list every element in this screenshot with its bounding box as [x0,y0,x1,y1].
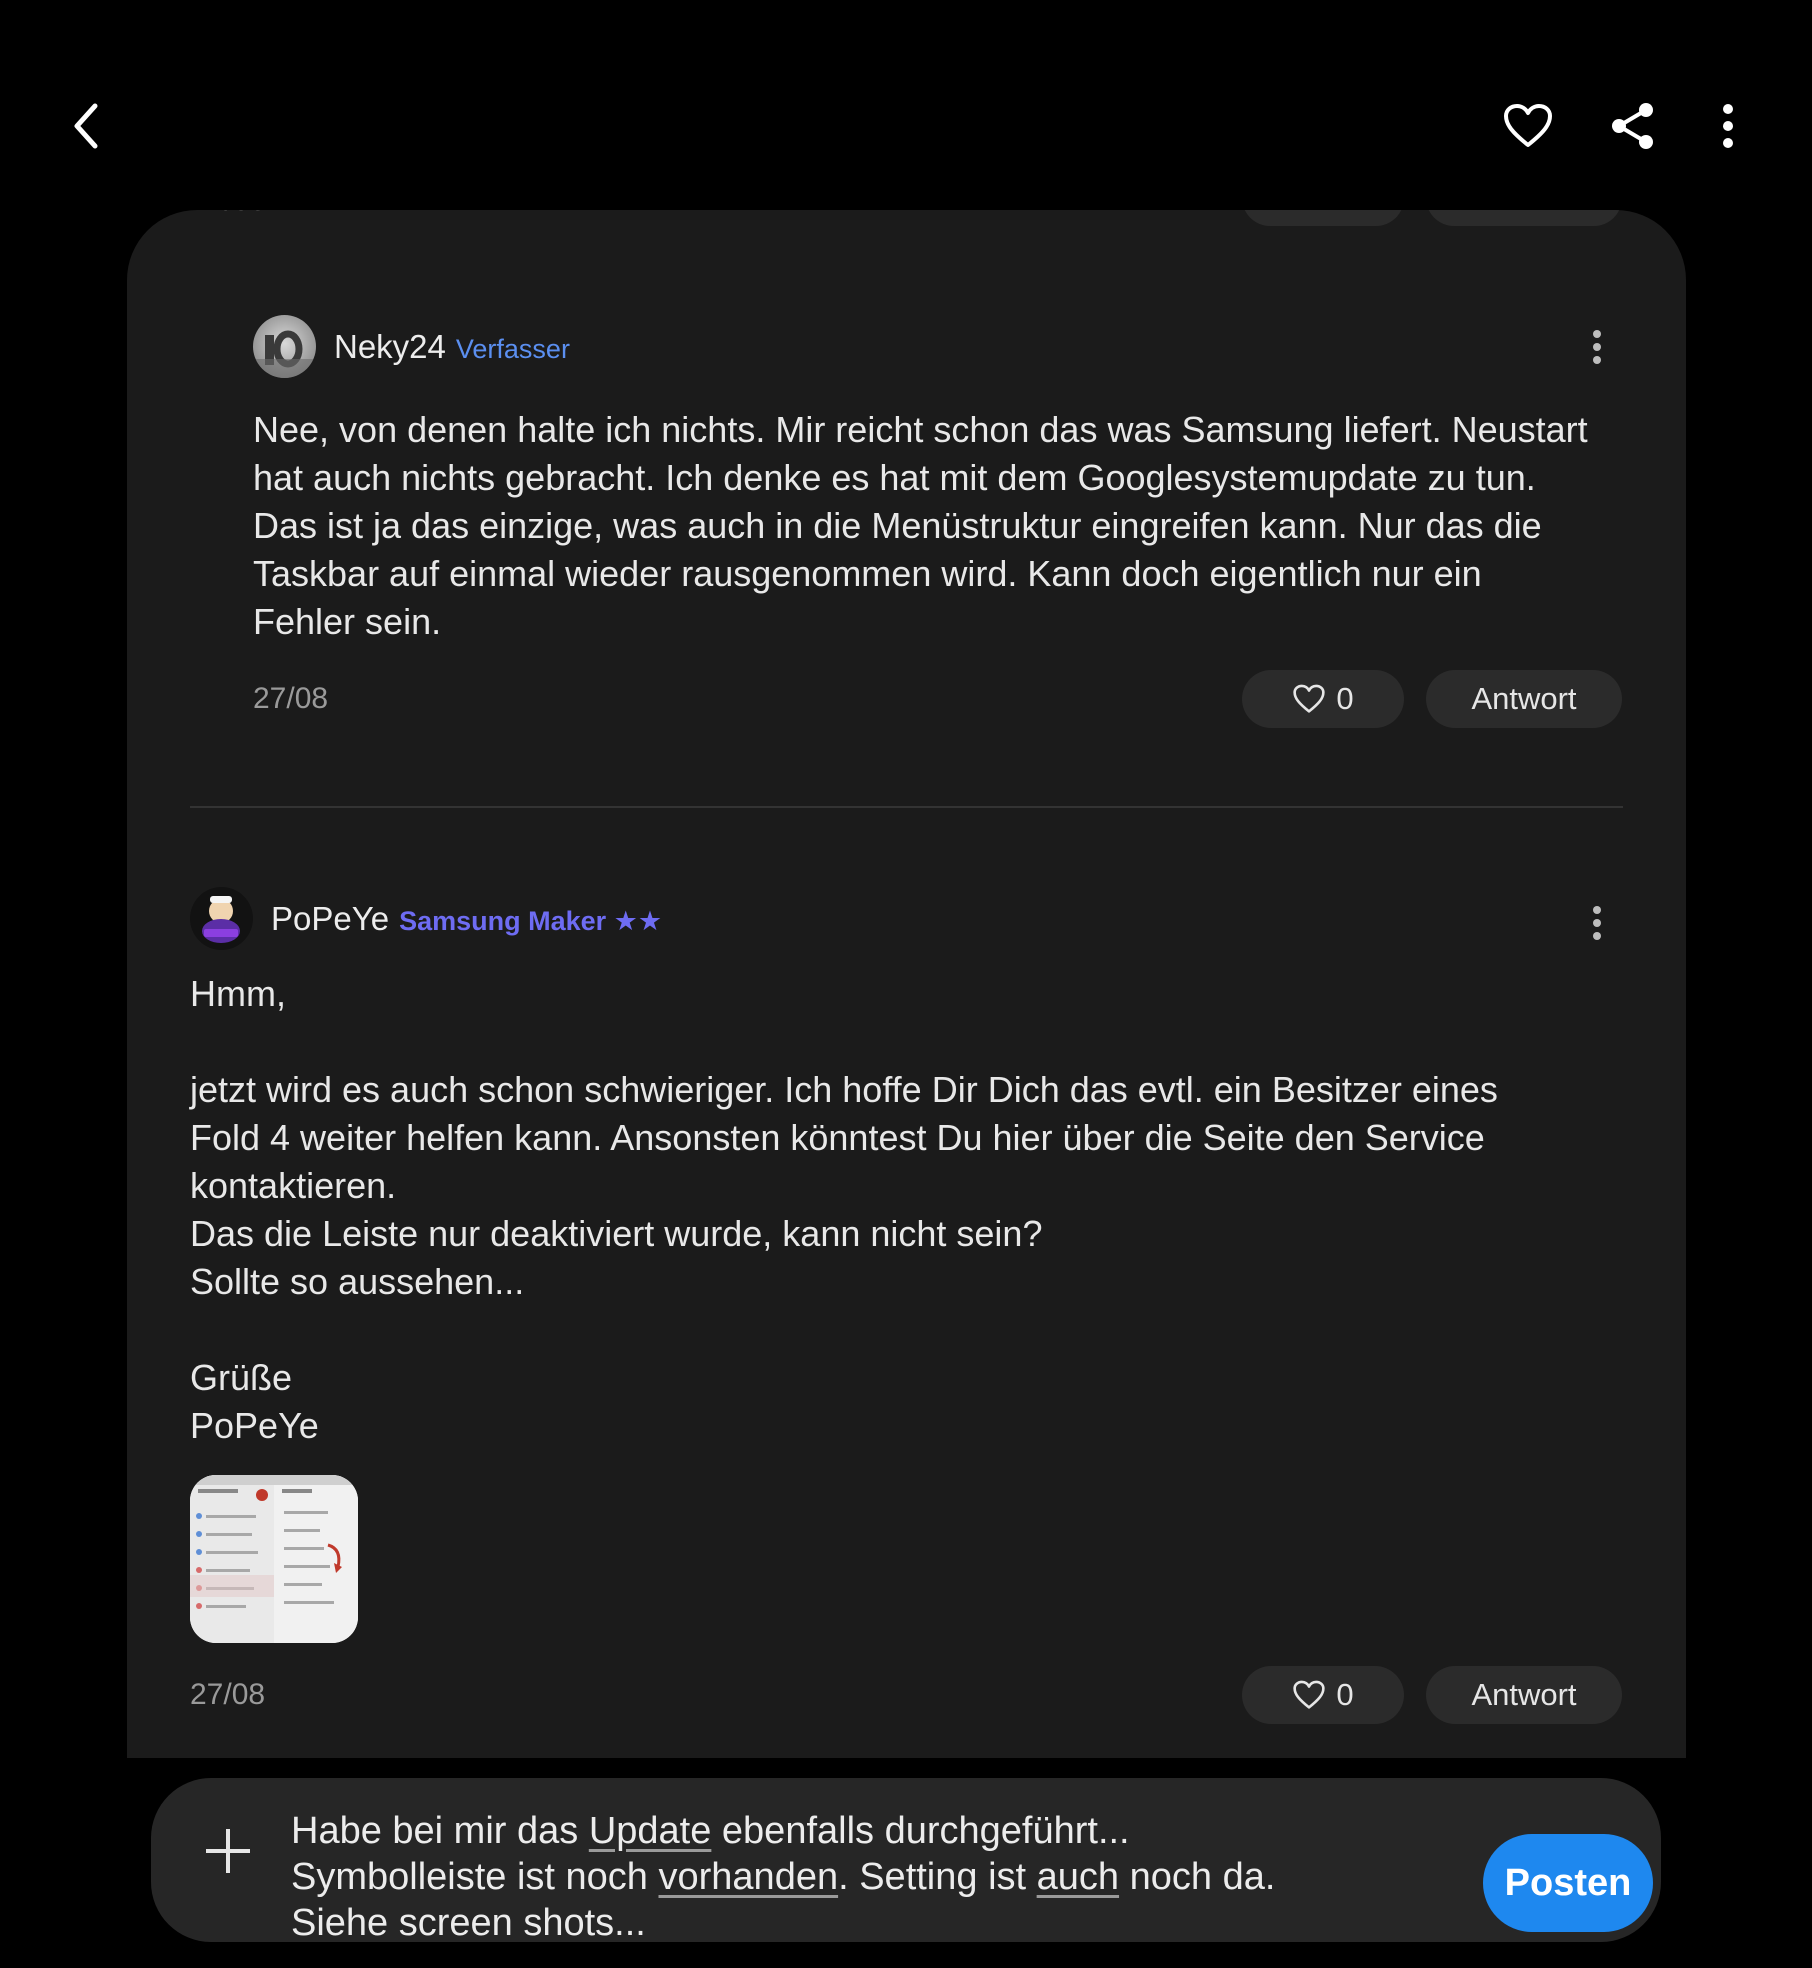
favorite-button[interactable] [1498,96,1558,156]
post-author-row: PoPeYe Samsung Maker ★★ [190,887,662,950]
reply-button[interactable]: Antwort [1426,1666,1622,1724]
previous-reply-button[interactable] [1426,210,1622,226]
chevron-left-icon [74,103,98,149]
share-button[interactable] [1602,96,1662,156]
author-name[interactable]: Neky24 [334,328,446,366]
avatar[interactable] [253,315,316,378]
author-role-badge: Samsung Maker ★★ [399,906,663,936]
post-date: 27/08 [253,682,329,715]
previous-post-date: 27/08 [191,210,266,218]
add-attachment-button[interactable] [203,1826,253,1876]
post-menu-button[interactable] [1582,322,1612,372]
heart-outline-icon [1504,104,1552,147]
composer-segment-underlined: auch [1036,1856,1120,1898]
share-icon [1612,103,1653,149]
like-count: 0 [1336,681,1354,716]
post-body: Hmm, jetzt wird es auch schon schwierige… [190,973,1498,1446]
composer-segment: Habe bei mir das [291,1810,589,1852]
attached-screenshot-thumbnail[interactable] [190,1475,358,1643]
top-app-bar [0,0,1812,210]
reply-label: Antwort [1471,681,1577,716]
previous-like-button[interactable] [1242,210,1404,226]
reply-composer: Habe bei mir das Update ebenfalls durchg… [151,1778,1661,1944]
comments-card: 27/08 Neky24 Verfasser Nee, von denen ha… [127,210,1686,1758]
post-menu-button[interactable] [1582,898,1612,948]
post-body: Nee, von denen halte ich nichts. Mir rei… [253,409,1588,642]
post-author-row: Neky24 Verfasser [253,315,570,378]
post-divider [190,806,1623,808]
heart-outline-icon [1293,684,1326,713]
composer-segment-underlined: vorhanden [658,1856,839,1898]
composer-segment-underlined: Update [588,1810,712,1852]
post-button[interactable]: Posten [1483,1834,1653,1932]
composer-segment: . Setting ist [838,1856,1037,1898]
plus-icon [206,1829,250,1873]
like-button[interactable]: 0 [1242,670,1404,728]
back-button[interactable] [56,96,116,156]
reply-button[interactable]: Antwort [1426,670,1622,728]
more-vertical-icon [1723,104,1733,148]
heart-outline-icon [1293,1680,1326,1709]
like-button[interactable]: 0 [1242,1666,1404,1724]
post-date: 27/08 [190,1678,266,1711]
reply-text-input[interactable]: Habe bei mir das Update ebenfalls durchg… [291,1808,1331,1946]
author-role-badge: Verfasser [455,334,570,364]
reply-label: Antwort [1471,1677,1577,1712]
avatar[interactable] [190,887,253,950]
like-count: 0 [1336,1677,1354,1712]
more-options-button[interactable] [1698,96,1758,156]
author-name[interactable]: PoPeYe [271,900,389,938]
